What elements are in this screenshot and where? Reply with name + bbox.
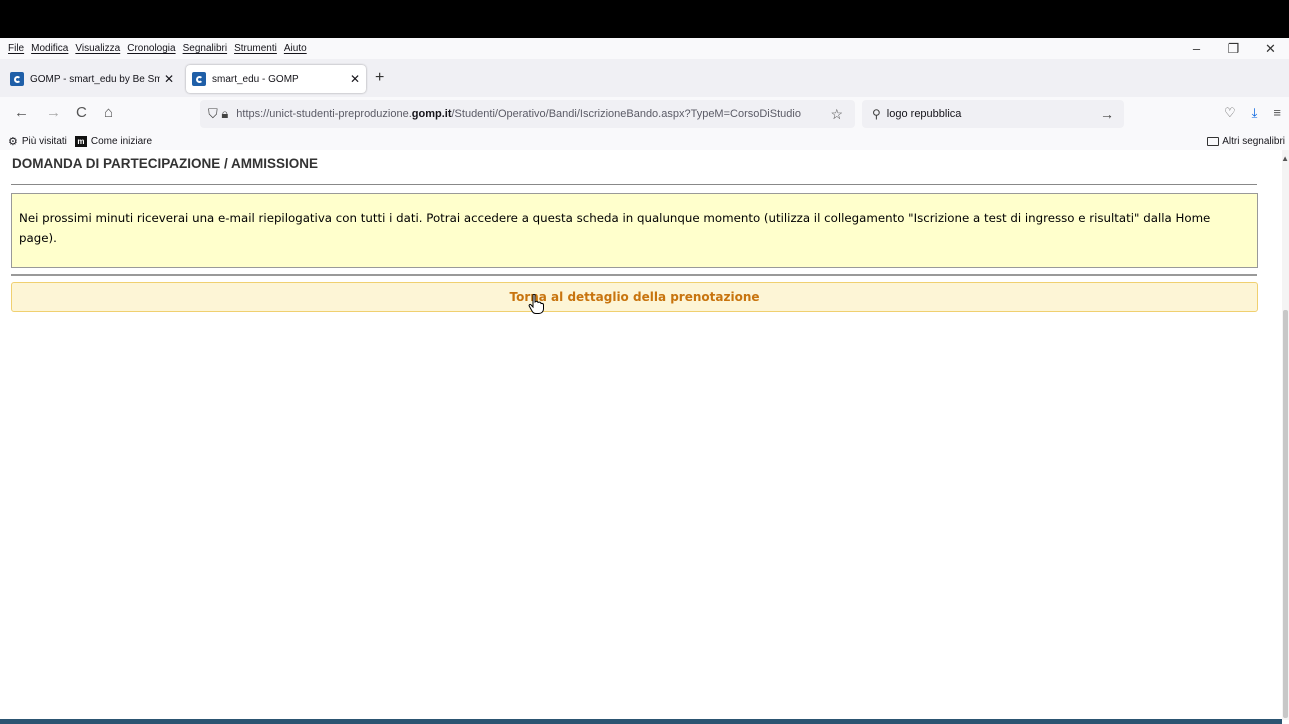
folder-icon	[1207, 136, 1220, 146]
tab-close-icon[interactable]: ✕	[350, 72, 360, 86]
download-icon[interactable]: ⤓	[1252, 105, 1258, 121]
restore-button[interactable]: ❐	[1215, 38, 1252, 59]
toolbar-icons: ♡ ⤓ ≡	[1224, 105, 1281, 121]
navigation-toolbar: ← → C ⌂ ⛉ 🔒︎ https://unict-studenti-prep…	[0, 97, 1289, 132]
tab-strip: GOMP - smart_edu by Be Smart ✕ smart_edu…	[0, 59, 1289, 97]
url-text: https://unict-studenti-preproduzione.gom…	[236, 108, 801, 120]
divider	[11, 184, 1257, 185]
hamburger-menu-icon[interactable]: ≡	[1273, 105, 1281, 121]
menu-modifica[interactable]: Modifica	[31, 43, 68, 54]
page-title: DOMANDA DI PARTECIPAZIONE / AMMISSIONE	[12, 156, 319, 171]
tab-title: GOMP - smart_edu by Be Smart	[30, 73, 160, 85]
screen-top-black-bar	[0, 0, 1289, 38]
m-logo-icon: m	[74, 135, 87, 147]
bookmark-label: Più visitati	[21, 135, 67, 147]
divider	[11, 274, 1257, 276]
search-icon: ⚲	[872, 107, 881, 121]
scroll-up-arrow-icon[interactable]: ▲	[1281, 154, 1289, 163]
pocket-icon[interactable]: ♡	[1224, 105, 1236, 121]
gear-icon: ⚙	[8, 135, 18, 148]
bookmark-piu-visitati[interactable]: ⚙ Più visitati	[8, 135, 67, 148]
menu-bar: File Modifica Visualizza Cronologia Segn…	[0, 38, 1289, 59]
bookmark-label: Come iniziare	[90, 135, 153, 147]
menu-file[interactable]: File	[8, 43, 24, 54]
gomp-favicon-icon	[192, 72, 206, 86]
page-content: DOMANDA DI PARTECIPAZIONE / AMMISSIONE N…	[0, 150, 1282, 724]
return-to-booking-details-button[interactable]: Torna al dettaglio della prenotazione	[11, 282, 1258, 312]
search-go-arrow-icon[interactable]: →	[1100, 106, 1114, 122]
bookmark-star-icon[interactable]: ☆	[830, 106, 843, 123]
tab-gomp-smart-edu-be-smart[interactable]: GOMP - smart_edu by Be Smart ✕	[4, 65, 180, 93]
hand-pointer-cursor-icon	[528, 294, 544, 314]
search-bar[interactable]: ⚲ logo repubblica →	[862, 100, 1124, 128]
menu-strumenti[interactable]: Strumenti	[234, 43, 277, 54]
scrollbar-thumb[interactable]	[1283, 310, 1288, 718]
shield-lock-icon: ⛉ 🔒︎	[208, 106, 229, 121]
forward-arrow-icon[interactable]: →	[46, 104, 61, 121]
close-window-button[interactable]: ✕	[1252, 38, 1289, 59]
confirmation-notice: Nei prossimi minuti riceverai una e-mail…	[11, 193, 1258, 268]
reload-icon[interactable]: C	[76, 104, 87, 121]
new-tab-button[interactable]: +	[375, 69, 384, 87]
minimize-button[interactable]: –	[1178, 38, 1215, 59]
address-bar[interactable]: ⛉ 🔒︎ https://unict-studenti-preproduzion…	[200, 100, 855, 128]
menu-aiuto[interactable]: Aiuto	[284, 43, 307, 54]
bookmark-come-iniziare[interactable]: m Come iniziare	[74, 135, 153, 147]
search-input[interactable]: logo repubblica	[887, 108, 1100, 120]
bookmarks-toolbar: ⚙ Più visitati m Come iniziare Altri seg…	[0, 132, 1289, 150]
tab-close-icon[interactable]: ✕	[164, 72, 174, 86]
menu-cronologia[interactable]: Cronologia	[127, 43, 175, 54]
tab-title: smart_edu - GOMP	[212, 73, 299, 85]
window-controls: – ❐ ✕	[1178, 38, 1289, 59]
other-bookmarks-label: Altri segnalibri	[1222, 135, 1285, 147]
home-icon[interactable]: ⌂	[104, 104, 113, 121]
menu-visualizza[interactable]: Visualizza	[75, 43, 120, 54]
tab-smart-edu-gomp[interactable]: smart_edu - GOMP ✕	[186, 65, 366, 93]
menu-segnalibri[interactable]: Segnalibri	[183, 43, 227, 54]
gomp-favicon-icon	[10, 72, 24, 86]
taskbar-edge	[0, 719, 1282, 724]
back-arrow-icon[interactable]: ←	[14, 104, 29, 121]
other-bookmarks[interactable]: Altri segnalibri	[1207, 136, 1285, 147]
